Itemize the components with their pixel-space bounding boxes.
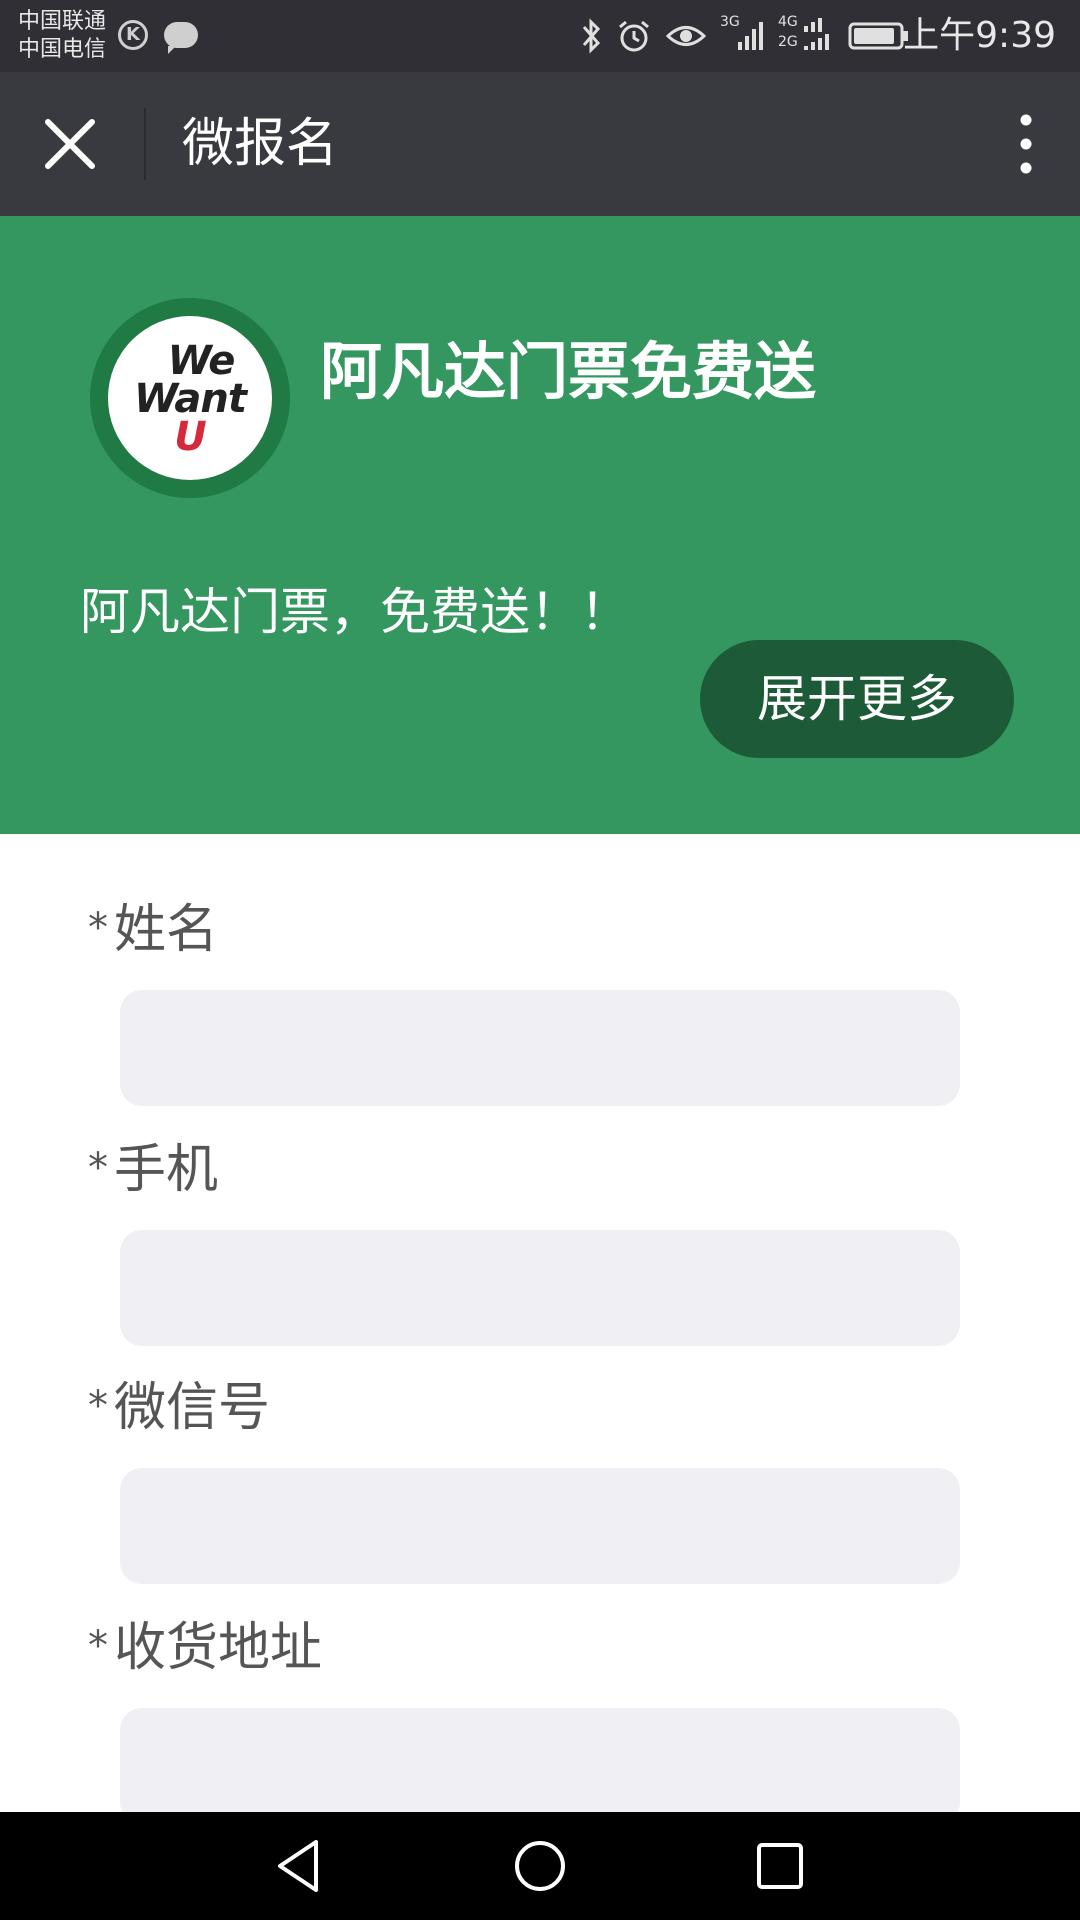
logo-inner: We Want U	[108, 316, 272, 480]
expand-more-button[interactable]: 展开更多	[700, 640, 1014, 758]
address-label-text: 收货地址	[114, 1618, 323, 1678]
name-input[interactable]	[120, 990, 960, 1106]
logo-line-2: Want	[134, 376, 247, 422]
event-header: We Want U 阿凡达门票免费送 阿凡达门票，免费送！！ 展开更多	[0, 216, 1080, 834]
nav-bar: 微报名	[0, 72, 1080, 216]
name-label: * 姓名	[88, 896, 218, 962]
event-title: 阿凡达门票免费送	[320, 335, 817, 408]
signal-icon	[804, 18, 829, 50]
phone-input[interactable]	[120, 1230, 960, 1346]
more-vertical-icon	[1020, 114, 1032, 174]
system-nav-bar	[0, 1812, 1080, 1920]
event-description: 阿凡达门票，免费送！！	[80, 583, 630, 641]
back-icon	[278, 1840, 318, 1892]
signal-4g-2g: 4G 2G	[778, 14, 834, 56]
status-icons: 3G 4G 2G	[580, 14, 910, 58]
signal-3g: 3G	[720, 14, 764, 56]
clock: 上午9:39	[903, 15, 1056, 56]
home-icon	[515, 1841, 565, 1891]
phone-label-text: 手机	[114, 1140, 219, 1200]
chat-bubble-icon	[164, 22, 198, 54]
battery-icon	[848, 22, 908, 50]
recents-button[interactable]	[750, 1836, 810, 1896]
required-mark: *	[88, 905, 108, 951]
home-button[interactable]	[510, 1836, 570, 1896]
required-mark: *	[88, 1383, 108, 1429]
eye-icon	[666, 26, 706, 46]
close-button[interactable]	[38, 112, 102, 176]
carrier-names: 中国联通 中国电信	[18, 8, 106, 64]
close-icon	[45, 119, 95, 169]
carrier-k-icon: K	[118, 20, 148, 50]
signal-icon	[738, 22, 763, 50]
phone-label: * 手机	[88, 1136, 218, 1202]
required-mark: *	[88, 1623, 108, 1669]
logo-text: We Want U	[108, 338, 272, 460]
carrier-line-1: 中国联通	[18, 9, 107, 34]
address-label: * 收货地址	[88, 1614, 322, 1680]
recents-icon	[757, 1843, 803, 1889]
name-label-text: 姓名	[114, 900, 219, 960]
logo-line-1: We	[167, 338, 236, 384]
wechat-id-label: * 微信号	[88, 1374, 270, 1440]
status-bar: 中国联通 中国电信 K 3G 4G 2G 上午9:39	[0, 0, 1080, 72]
page-title: 微报名	[182, 114, 339, 174]
more-menu-button[interactable]	[1006, 110, 1046, 178]
wechat-id-input[interactable]	[120, 1468, 960, 1584]
nav-divider	[144, 108, 146, 180]
wechat-id-label-text: 微信号	[114, 1378, 271, 1438]
logo-line-3: U	[174, 414, 206, 460]
address-input[interactable]	[120, 1708, 960, 1824]
logo: We Want U	[90, 298, 290, 498]
carrier-line-2: 中国电信	[18, 37, 107, 62]
required-mark: *	[88, 1145, 108, 1191]
bluetooth-icon	[582, 18, 601, 54]
alarm-icon	[619, 20, 649, 52]
back-button[interactable]	[270, 1836, 330, 1896]
